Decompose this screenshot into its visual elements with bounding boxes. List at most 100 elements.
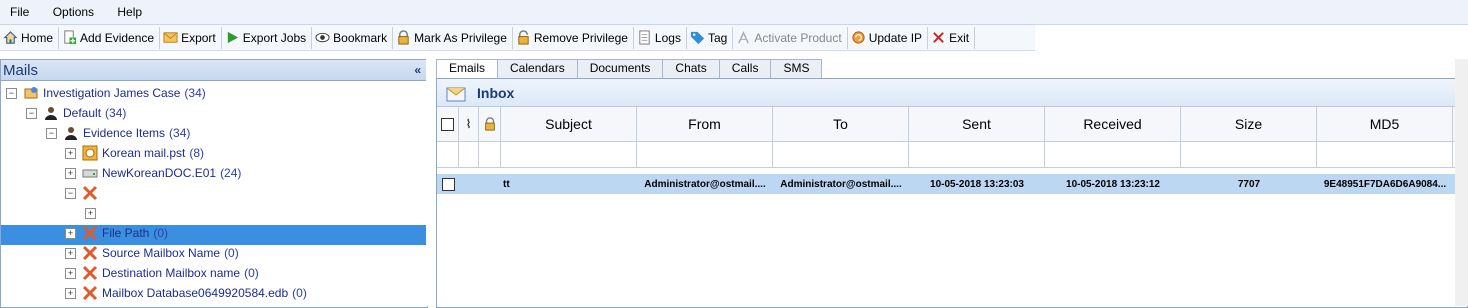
tree-node-evidence-items[interactable]: − Evidence Items (34)	[46, 123, 190, 143]
tab-emails[interactable]: Emails	[436, 59, 499, 79]
tree-node-count: (0)	[244, 266, 259, 280]
exchange-icon	[82, 185, 98, 201]
select-all-header[interactable]	[437, 107, 459, 142]
tab-documents[interactable]: Documents	[576, 59, 664, 78]
expand-toggle[interactable]: +	[65, 267, 76, 279]
export-button[interactable]: Export	[160, 26, 222, 49]
expand-toggle[interactable]: +	[65, 167, 76, 179]
grid-filter-row	[437, 142, 1467, 168]
tree-node-hidden[interactable]: −	[65, 183, 102, 203]
column-header-size[interactable]: Size	[1181, 107, 1317, 142]
cell-size: 7707	[1237, 178, 1261, 190]
tree-node-label: Source Mailbox Name	[102, 246, 221, 260]
refresh-icon	[852, 31, 865, 44]
tree-node-case[interactable]: − Investigation James Case (34)	[6, 83, 206, 103]
paperclip-icon: ⌇	[465, 117, 472, 131]
update-ip-label: Update IP	[868, 30, 923, 45]
collapse-toggle[interactable]: −	[6, 87, 17, 99]
tree-node-label: File Path	[102, 226, 150, 240]
expand-toggle[interactable]: +	[65, 247, 76, 259]
activate-product-button[interactable]: Activate Product	[733, 26, 848, 49]
cell-subject: tt	[503, 178, 510, 190]
menu-help[interactable]: Help	[107, 0, 152, 19]
user-icon	[45, 107, 57, 120]
mark-privilege-button[interactable]: Mark As Privilege	[393, 26, 513, 49]
row-select-cell[interactable]	[437, 174, 459, 194]
tag-button[interactable]: Tag	[687, 26, 734, 49]
filter-from[interactable]	[637, 142, 773, 168]
tree-node-e01[interactable]: + NewKoreanDOC.E01 (24)	[65, 163, 241, 183]
tree-node-count: (0)	[292, 286, 307, 300]
privilege-header[interactable]	[479, 107, 501, 142]
expand-toggle[interactable]: +	[65, 227, 76, 239]
tag-icon	[690, 31, 705, 45]
filter-subject[interactable]	[501, 142, 637, 168]
remove-privilege-button[interactable]: Remove Privilege	[513, 26, 634, 49]
exchange-icon	[82, 245, 98, 261]
tree-node-source-mailbox[interactable]: + Source Mailbox Name (0)	[65, 243, 239, 263]
tree-node-default[interactable]: − Default (34)	[26, 103, 126, 123]
tree-node-selected[interactable]: +	[85, 203, 222, 223]
menu-options[interactable]: Options	[43, 0, 104, 19]
table-row[interactable]: tt Administrator@ostmail.... Administrat…	[437, 174, 1467, 194]
column-header-subject[interactable]: Subject	[501, 107, 637, 142]
content-panel: Emails Calendars Documents Chats Calls S…	[436, 59, 1468, 308]
filter-received[interactable]	[1045, 142, 1181, 168]
activate-icon	[738, 31, 750, 44]
tree-node-label: Korean mail.pst	[102, 146, 186, 160]
collapse-toggle[interactable]: −	[26, 107, 37, 119]
tab-chats[interactable]: Chats	[662, 59, 720, 78]
logs-label: Logs	[654, 30, 681, 45]
expand-toggle[interactable]: +	[65, 287, 76, 299]
tab-calendars[interactable]: Calendars	[497, 59, 578, 78]
filter-md5[interactable]	[1317, 142, 1453, 168]
collapse-toggle[interactable]: −	[46, 127, 57, 139]
menu-file[interactable]: File	[0, 0, 39, 19]
export-jobs-button[interactable]: Export Jobs	[222, 26, 313, 49]
expand-toggle[interactable]: +	[65, 147, 76, 159]
exchange-icon	[82, 225, 98, 241]
column-header-sent[interactable]: Sent	[909, 107, 1045, 142]
home-button[interactable]: Home	[0, 26, 60, 49]
play-icon	[227, 31, 238, 44]
tree-node-mailbox-database[interactable]: + Mailbox Database0649920584.edb (0)	[65, 283, 307, 303]
row-checkbox[interactable]	[441, 177, 455, 191]
exit-button[interactable]: Exit	[928, 26, 976, 49]
cell-md5: 9E48951F7DA6D6A9084...	[1323, 178, 1447, 190]
expand-toggle[interactable]: +	[85, 207, 96, 219]
tree-node-korean-pst[interactable]: + Korean mail.pst (8)	[65, 143, 204, 163]
filter-to[interactable]	[773, 142, 909, 168]
add-evidence-button[interactable]: Add Evidence	[59, 26, 161, 49]
collapse-toggle[interactable]: −	[65, 187, 76, 199]
unlock-icon	[518, 30, 529, 45]
tab-sms[interactable]: SMS	[770, 59, 823, 78]
exchange-icon	[82, 285, 98, 301]
tree-node-count: (8)	[189, 146, 205, 160]
update-ip-button[interactable]: Update IP	[848, 26, 929, 49]
vertical-scrollbar[interactable]	[1455, 59, 1468, 306]
tree-node-count: (0)	[153, 226, 169, 240]
toolbar: Home Add Evidence Export Export Jobs Boo…	[0, 25, 1035, 51]
column-header-received[interactable]: Received	[1045, 107, 1181, 142]
lock-icon	[398, 30, 409, 45]
column-header-md5[interactable]: MD5	[1317, 107, 1453, 142]
mails-panel-header: Mails «	[1, 60, 427, 81]
mark-privilege-label: Mark As Privilege	[414, 30, 507, 45]
panel-splitter[interactable]	[426, 59, 436, 306]
exchange-icon	[102, 205, 118, 221]
column-header-to[interactable]: To	[773, 107, 909, 142]
logs-button[interactable]: Logs	[634, 26, 687, 49]
filter-size[interactable]	[1181, 142, 1317, 168]
tab-calls[interactable]: Calls	[718, 59, 772, 78]
filter-sent[interactable]	[909, 142, 1045, 168]
filter-cell	[479, 142, 501, 168]
cell-to: Administrator@ostmail....	[780, 178, 902, 190]
logs-icon	[639, 30, 650, 45]
select-all-checkbox[interactable]	[441, 117, 454, 131]
tree-node-file-path[interactable]: + File Path (0)	[65, 223, 168, 243]
attachment-header[interactable]: ⌇	[459, 107, 479, 142]
tree-node-count: (0)	[224, 246, 239, 260]
tree-node-destination-mailbox[interactable]: + Destination Mailbox name (0)	[65, 263, 259, 283]
column-header-from[interactable]: From	[637, 107, 773, 142]
bookmark-button[interactable]: Bookmark	[312, 26, 394, 49]
